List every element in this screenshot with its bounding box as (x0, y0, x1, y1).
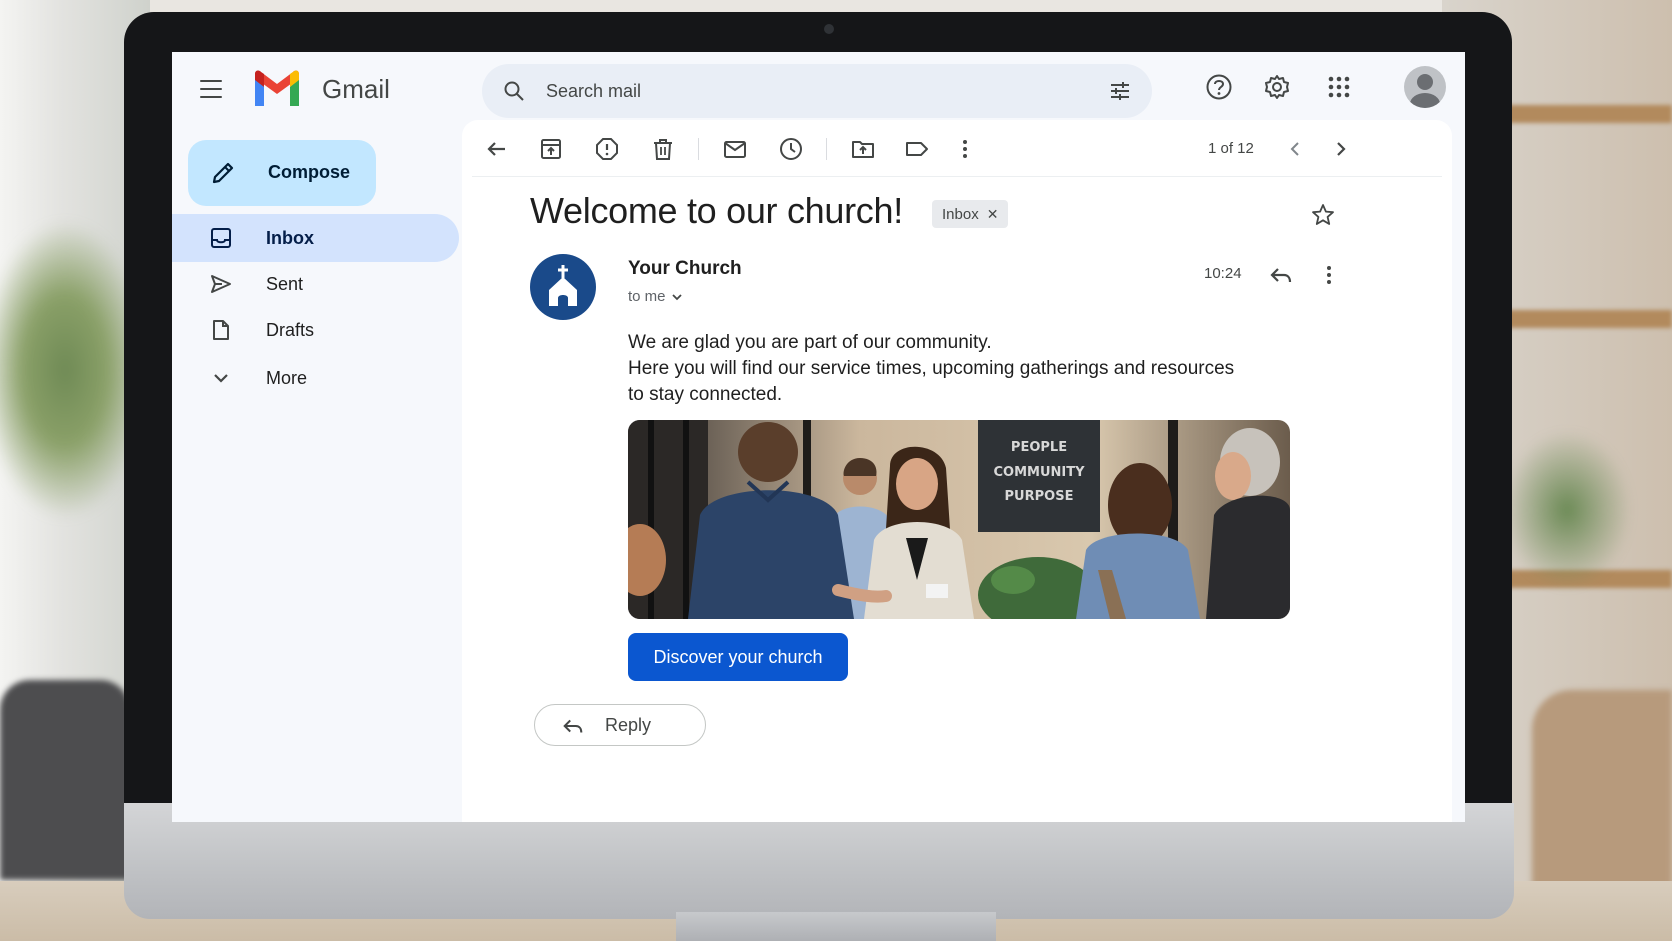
sign-line: PURPOSE (1005, 489, 1074, 504)
sign-line: PEOPLE (1011, 440, 1067, 455)
background-plant (1502, 430, 1632, 590)
toolbar-divider (698, 138, 699, 160)
help-icon[interactable] (1204, 72, 1234, 102)
email-body: We are glad you are part of our communit… (628, 330, 1268, 408)
chevron-down-icon (671, 293, 682, 300)
pagination-count: 1 of 12 (1208, 140, 1254, 157)
community-photo: PEOPLE COMMUNITY PURPOSE (628, 420, 1290, 619)
chevron-right-icon[interactable] (1328, 136, 1354, 162)
message-view: 1 of 12 Welcome to our church! Inbox ✕ Y… (462, 120, 1452, 822)
toolbar-divider (826, 138, 827, 160)
background-chair (0, 680, 130, 880)
sidebar-item-label: Inbox (266, 228, 314, 248)
background-chair (1532, 690, 1672, 900)
email-image-community: PEOPLE COMMUNITY PURPOSE (628, 420, 1290, 619)
report-spam-icon[interactable] (594, 136, 620, 162)
recipient-label: to me (628, 288, 666, 305)
message-time: 10:24 (1204, 265, 1242, 282)
search-options-icon[interactable] (1108, 79, 1132, 103)
draft-icon (213, 320, 229, 340)
sidebar-item-label: More (266, 368, 308, 388)
gmail-window: Gmail Search mail Compose Inbox Sent Dra… (172, 52, 1465, 822)
inbox-icon (211, 228, 231, 248)
sidebar-item-label: Sent (266, 274, 304, 294)
gmail-logo (255, 70, 299, 106)
pencil-icon (212, 162, 234, 184)
snooze-clock-icon[interactable] (778, 136, 804, 162)
reply-icon (563, 719, 583, 733)
sender-avatar (530, 254, 596, 320)
more-options-icon[interactable] (952, 136, 978, 162)
body-line: We are glad you are part of our communit… (628, 332, 992, 353)
sender-name: Your Church (628, 258, 742, 279)
main-menu-button[interactable] (200, 80, 222, 98)
star-icon[interactable] (1310, 202, 1336, 228)
monitor-stand (676, 912, 996, 941)
church-icon (549, 265, 577, 306)
compose-button[interactable]: Compose (188, 140, 376, 206)
delete-trash-icon[interactable] (650, 136, 676, 162)
body-line: to stay connected. (628, 384, 783, 405)
app-name: Gmail (322, 74, 390, 104)
webcam (824, 24, 834, 34)
apps-grid-icon[interactable] (1324, 72, 1354, 102)
inbox-label-chip: Inbox ✕ (932, 200, 1009, 228)
remove-label-icon[interactable]: ✕ (987, 206, 999, 223)
reply-icon[interactable] (1268, 262, 1294, 288)
reply-label: Reply (605, 715, 652, 735)
toolbar-divider-line (472, 176, 1442, 177)
user-icon (1410, 74, 1440, 108)
move-to-folder-icon[interactable] (850, 136, 876, 162)
compose-label: Compose (268, 162, 351, 182)
account-avatar[interactable] (1404, 66, 1446, 108)
label-tag-icon[interactable] (904, 136, 930, 162)
mark-unread-mail-icon[interactable] (722, 136, 748, 162)
back-arrow-icon[interactable] (484, 136, 510, 162)
sidebar-item-sent[interactable]: Sent (172, 260, 459, 308)
search-placeholder: Search mail (546, 81, 642, 101)
sign-line: COMMUNITY (993, 465, 1085, 480)
send-icon (211, 275, 231, 293)
sidebar-item-more[interactable]: More (172, 354, 459, 402)
recipient-details[interactable]: to me (628, 288, 682, 305)
discover-church-button[interactable]: Discover your church (628, 633, 848, 681)
email-subject: Welcome to our church! (530, 190, 903, 231)
search-icon[interactable] (502, 79, 526, 103)
label-chip-text: Inbox (942, 205, 979, 223)
body-line: Here you will find our service times, up… (628, 358, 1235, 379)
chevron-down-icon (214, 374, 228, 383)
chevron-left-icon[interactable] (1282, 136, 1308, 162)
search-input[interactable]: Search mail (482, 64, 1152, 118)
archive-icon[interactable] (538, 136, 564, 162)
reply-button[interactable]: Reply (534, 704, 706, 746)
settings-gear-icon[interactable] (1262, 72, 1292, 102)
message-more-icon[interactable] (1316, 262, 1342, 288)
sidebar-item-label: Drafts (266, 320, 315, 340)
sidebar-item-drafts[interactable]: Drafts (172, 306, 459, 354)
sidebar-item-inbox[interactable]: Inbox (172, 214, 459, 262)
